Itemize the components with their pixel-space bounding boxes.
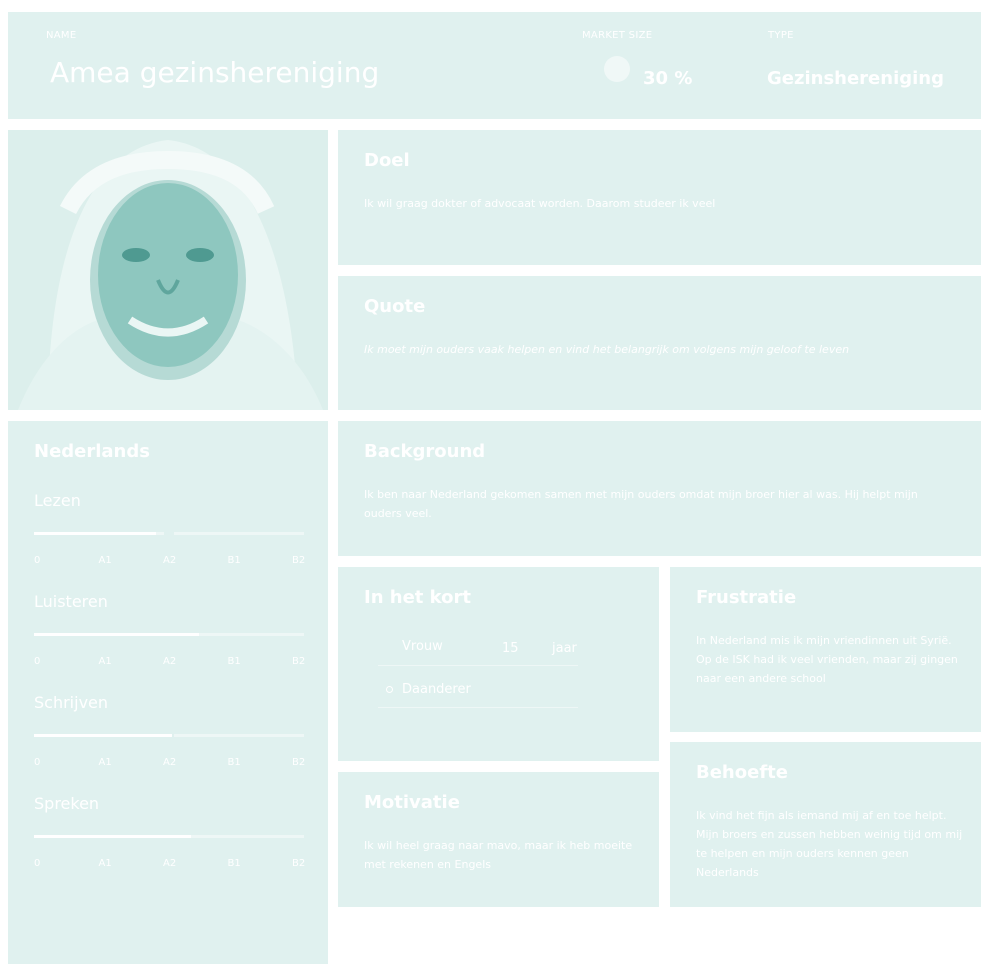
background-title: Background xyxy=(364,441,486,462)
quote-card: Quote Ik moet mijn ouders vaak helpen en… xyxy=(338,276,981,410)
skill-level-label: A2 xyxy=(163,656,177,667)
skill-levels: 0 A1 A2 B1 B2 xyxy=(34,555,310,569)
type-label: TYPE xyxy=(768,30,794,41)
skill-level-label: B2 xyxy=(292,757,306,768)
skill-level-fill xyxy=(34,633,199,636)
skill-level-fill xyxy=(34,532,156,535)
skill-level-label: B1 xyxy=(227,757,241,768)
skill-track xyxy=(34,532,310,535)
skill-name: Schrijven xyxy=(34,693,109,712)
skill-level-label: A2 xyxy=(163,858,177,869)
doel-card: Doel Ik wil graag dokter of advocaat wor… xyxy=(338,130,981,265)
skill-level-label: 0 xyxy=(34,858,41,869)
nederlands-title: Nederlands xyxy=(34,441,150,462)
skill-name: Lezen xyxy=(34,491,81,510)
skill-level-label: A1 xyxy=(98,555,112,566)
persona-portrait-image xyxy=(8,130,328,410)
skill-schrijven: Schrijven 0 A1 A2 B1 B2 xyxy=(34,693,310,771)
frustratie-card: Frustratie In Nederland mis ik mijn vrie… xyxy=(670,567,981,732)
kort-card: In het kort Vrouw 15 jaar Daanderer xyxy=(338,567,659,761)
skill-track xyxy=(34,633,310,636)
divider xyxy=(378,665,578,666)
nederlands-card: Nederlands Lezen 0 A1 A2 B1 B2 Luisteren 0 A1… xyxy=(8,421,328,964)
skill-level-label: 0 xyxy=(34,555,41,566)
persona-photo xyxy=(8,130,328,410)
motivatie-card: Motivatie Ik wil heel graag naar mavo, m… xyxy=(338,772,659,907)
gender-value: Vrouw xyxy=(402,639,443,654)
skill-level-label: 0 xyxy=(34,656,41,667)
behoefte-card: Behoefte Ik vind het fijn als iemand mij… xyxy=(670,742,981,907)
skill-luisteren: Luisteren 0 A1 A2 B1 B2 xyxy=(34,592,310,670)
frustratie-title: Frustratie xyxy=(696,587,797,608)
skill-level-label: B2 xyxy=(292,555,306,566)
doel-title: Doel xyxy=(364,150,410,171)
skill-name: Luisteren xyxy=(34,592,108,611)
skill-track-segment xyxy=(174,734,304,737)
motivatie-title: Motivatie xyxy=(364,792,460,813)
skill-track-segment xyxy=(174,835,304,838)
skill-levels: 0 A1 A2 B1 B2 xyxy=(34,656,310,670)
skill-level-label: B2 xyxy=(292,656,306,667)
skill-lezen: Lezen 0 A1 A2 B1 B2 xyxy=(34,491,310,569)
skill-level-label: 0 xyxy=(34,757,41,768)
age-unit: jaar xyxy=(552,641,577,656)
background-card: Background Ik ben naar Nederland gekomen… xyxy=(338,421,981,556)
background-text: Ik ben naar Nederland gekomen samen met … xyxy=(364,488,918,520)
skill-level-label: B1 xyxy=(227,555,241,566)
skill-level-label: B1 xyxy=(227,656,241,667)
motivatie-text: Ik wil heel graag naar mavo, maar ik heb… xyxy=(364,839,633,871)
role-value: Daanderer xyxy=(402,682,471,697)
divider xyxy=(378,707,578,708)
skill-level-label: B1 xyxy=(227,858,241,869)
skill-spreken: Spreken 0 A1 A2 B1 B2 xyxy=(34,794,310,872)
name-label: NAME xyxy=(46,30,77,41)
market-size-pie-icon xyxy=(604,56,630,82)
header-card: NAME Amea gezinshereniging MARKET SIZE 3… xyxy=(8,12,981,119)
skill-level-label: A1 xyxy=(98,757,112,768)
skill-track-segment xyxy=(174,532,304,535)
quote-title: Quote xyxy=(364,296,426,317)
skill-name: Spreken xyxy=(34,794,100,813)
kort-title: In het kort xyxy=(364,587,472,608)
skill-level-label: A1 xyxy=(98,858,112,869)
skill-level-label: A1 xyxy=(98,656,112,667)
skill-track xyxy=(34,734,310,737)
skill-level-label: A2 xyxy=(163,555,177,566)
persona-name: Amea gezinshereniging xyxy=(50,56,380,89)
skill-level-label: B2 xyxy=(292,858,306,869)
quote-text: Ik moet mijn ouders vaak helpen en vind … xyxy=(364,343,850,356)
skill-level-fill xyxy=(34,734,172,737)
skill-level-label: A2 xyxy=(163,757,177,768)
age-value: 15 xyxy=(502,641,519,656)
frustratie-text: In Nederland mis ik mijn vriendinnen uit… xyxy=(696,634,958,685)
skill-levels: 0 A1 A2 B1 B2 xyxy=(34,858,310,872)
role-bullet-icon xyxy=(386,686,393,693)
market-size-label: MARKET SIZE xyxy=(582,30,653,41)
skill-track xyxy=(34,835,310,838)
skill-level-fill xyxy=(34,835,191,838)
type-value: Gezinshereniging xyxy=(767,68,945,89)
market-size-value: 30 % xyxy=(643,68,693,89)
skill-levels: 0 A1 A2 B1 B2 xyxy=(34,757,310,771)
behoefte-text: Ik vind het fijn als iemand mij af en to… xyxy=(696,809,963,879)
behoefte-title: Behoefte xyxy=(696,762,788,783)
doel-text: Ik wil graag dokter of advocaat worden. … xyxy=(364,197,716,210)
